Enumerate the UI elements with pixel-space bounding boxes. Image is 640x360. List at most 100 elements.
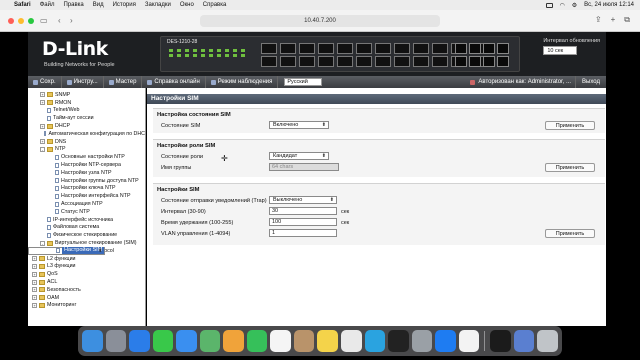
sim-state-apply-button[interactable]: Применить	[545, 121, 595, 130]
tree-item[interactable]: Настройки узла NTP	[28, 169, 145, 177]
monitor-mode-button[interactable]: Режим наблюдения	[206, 76, 279, 88]
menu-history[interactable]: История	[113, 2, 136, 8]
save-menu[interactable]: Сохр.	[28, 76, 62, 88]
expand-icon[interactable]: +	[32, 302, 37, 308]
tree-item[interactable]: + SNMP	[28, 91, 145, 99]
dock-notes-icon[interactable]	[317, 330, 339, 352]
dock-chrome-icon[interactable]	[341, 330, 362, 352]
menu-view[interactable]: Вид	[93, 2, 104, 8]
dock-app-store-icon[interactable]	[435, 330, 456, 352]
tree-item[interactable]: Ассоциация NTP	[28, 200, 145, 208]
tab-overview-icon[interactable]: ⧉	[624, 15, 630, 25]
back-icon[interactable]: ‹	[58, 16, 61, 25]
menu-window[interactable]: Окно	[180, 2, 194, 8]
tree-item[interactable]: + RMON	[28, 99, 145, 107]
expand-icon[interactable]: +	[40, 139, 45, 145]
dock-maps-icon[interactable]	[199, 330, 221, 352]
tree-item[interactable]: + Безопасность	[28, 286, 145, 294]
tree-item[interactable]: + QoS	[28, 270, 145, 278]
expand-icon[interactable]: +	[40, 123, 45, 129]
close-window-button[interactable]	[8, 18, 14, 24]
sim-role-apply-button[interactable]: Применить	[545, 163, 595, 172]
tree-item[interactable]: Telnet/Web	[28, 107, 145, 115]
dock-trash-icon[interactable]	[537, 330, 558, 352]
tree-item[interactable]: Тайм-аут сессии	[28, 114, 145, 122]
tree-item[interactable]: Настройки группы доступа NTP	[28, 177, 145, 185]
tree-item[interactable]: Автоматическая конфигурация по DHC	[28, 130, 145, 138]
menu-file[interactable]: Файл	[40, 2, 55, 8]
collapse-icon[interactable]: -	[40, 146, 45, 152]
dock-mail-icon[interactable]	[176, 330, 197, 352]
tree-item[interactable]: Физическое стекирование	[28, 231, 145, 239]
dock-contacts-icon[interactable]	[293, 330, 315, 352]
tree-item[interactable]: + L3 функции	[28, 263, 145, 271]
dock-finder-icon[interactable]	[82, 330, 103, 352]
dock-terminal2-icon[interactable]	[490, 330, 511, 352]
tree-item[interactable]: Настройки интерфейса NTP	[28, 192, 145, 200]
control-center-icon[interactable]: ⚙	[572, 2, 577, 9]
role-state-select[interactable]: Кандидат	[269, 152, 329, 160]
expand-icon[interactable]: +	[32, 256, 37, 262]
zoom-window-button[interactable]	[28, 18, 34, 24]
wizard-button[interactable]: Мастер	[104, 76, 143, 88]
sim-state-select[interactable]: Включено	[269, 121, 329, 129]
dock-terminal-icon[interactable]	[388, 330, 409, 352]
tree-item[interactable]: Основные настройки NTP	[28, 153, 145, 161]
expand-icon[interactable]: +	[32, 263, 37, 269]
refresh-interval-select[interactable]: 10 сек	[543, 46, 578, 55]
tree-item[interactable]: Настройки NTP-сервера	[28, 161, 145, 169]
trap-state-select[interactable]: Выключено	[269, 196, 337, 204]
tree-item[interactable]: Настройки ключа NTP	[28, 185, 145, 193]
menu-help[interactable]: Справка	[203, 2, 227, 8]
tree-item[interactable]: IP-интерфейс источника	[28, 216, 145, 224]
expand-icon[interactable]: +	[40, 92, 45, 98]
address-bar[interactable]: 10.40.7.200	[200, 15, 440, 27]
tree-item[interactable]: + ACL	[28, 278, 145, 286]
dock-calendar-icon[interactable]	[270, 330, 291, 352]
expand-icon[interactable]: +	[32, 287, 37, 293]
expand-icon[interactable]: +	[40, 100, 45, 106]
minimize-window-button[interactable]	[18, 18, 24, 24]
menu-bookmarks[interactable]: Закладки	[145, 2, 171, 8]
share-icon[interactable]: ⇪	[595, 15, 602, 25]
tree-item[interactable]: Настройки SIM	[28, 246, 106, 255]
clock[interactable]: Вс, 24 июля 12:14	[584, 2, 634, 8]
menu-safari[interactable]: Safari	[14, 2, 31, 8]
expand-icon[interactable]: +	[32, 271, 37, 277]
dock-launchpad-icon[interactable]	[105, 330, 127, 352]
dock-safari-icon[interactable]	[129, 330, 150, 352]
dock-messages-icon[interactable]	[152, 330, 174, 352]
dock-notes2-icon[interactable]	[458, 330, 480, 352]
tree-item[interactable]: - NTP	[28, 146, 145, 154]
management-vlan-input[interactable]: 1	[269, 229, 337, 237]
dock-settings-icon[interactable]	[411, 330, 433, 352]
sidebar-toggle-icon[interactable]: ▭	[40, 16, 48, 25]
battery-icon[interactable]	[545, 2, 553, 8]
expand-icon[interactable]: +	[32, 295, 37, 301]
tree-item[interactable]: - Виртуальное стекирование (SIM)	[28, 239, 145, 247]
dock-telegram-icon[interactable]	[364, 330, 386, 352]
online-help-menu[interactable]: Справка онлайн	[142, 76, 206, 88]
tools-menu[interactable]: Инстру...	[62, 76, 104, 88]
dock-preview-icon[interactable]	[513, 330, 535, 352]
tree-item[interactable]: Файловая система	[28, 224, 145, 232]
tree-item[interactable]: Статус NTP	[28, 208, 145, 216]
collapse-icon[interactable]: -	[40, 240, 45, 246]
forward-icon[interactable]: ›	[70, 16, 73, 25]
tree-item[interactable]: + L2 функции	[28, 255, 145, 263]
language-select[interactable]: Русский	[284, 78, 323, 86]
menu-edit[interactable]: Правка	[63, 2, 83, 8]
tree-item[interactable]: + DNS	[28, 138, 145, 146]
logout-button[interactable]: Выход	[575, 76, 606, 88]
hold-time-input[interactable]: 100	[269, 218, 337, 226]
interval-input[interactable]: 30	[269, 207, 337, 215]
new-tab-icon[interactable]: +	[611, 15, 616, 25]
tree-item[interactable]: + Мониторинг	[28, 302, 145, 310]
dock-photos-icon[interactable]	[223, 330, 244, 352]
tree-item[interactable]: + DHCP	[28, 122, 145, 130]
dock-facetime-icon[interactable]	[246, 330, 268, 352]
tree-item[interactable]: + OAM	[28, 294, 145, 302]
sim-settings-apply-button[interactable]: Применить	[545, 229, 595, 238]
expand-icon[interactable]: +	[32, 279, 37, 285]
wifi-icon[interactable]: ◠	[560, 2, 565, 9]
